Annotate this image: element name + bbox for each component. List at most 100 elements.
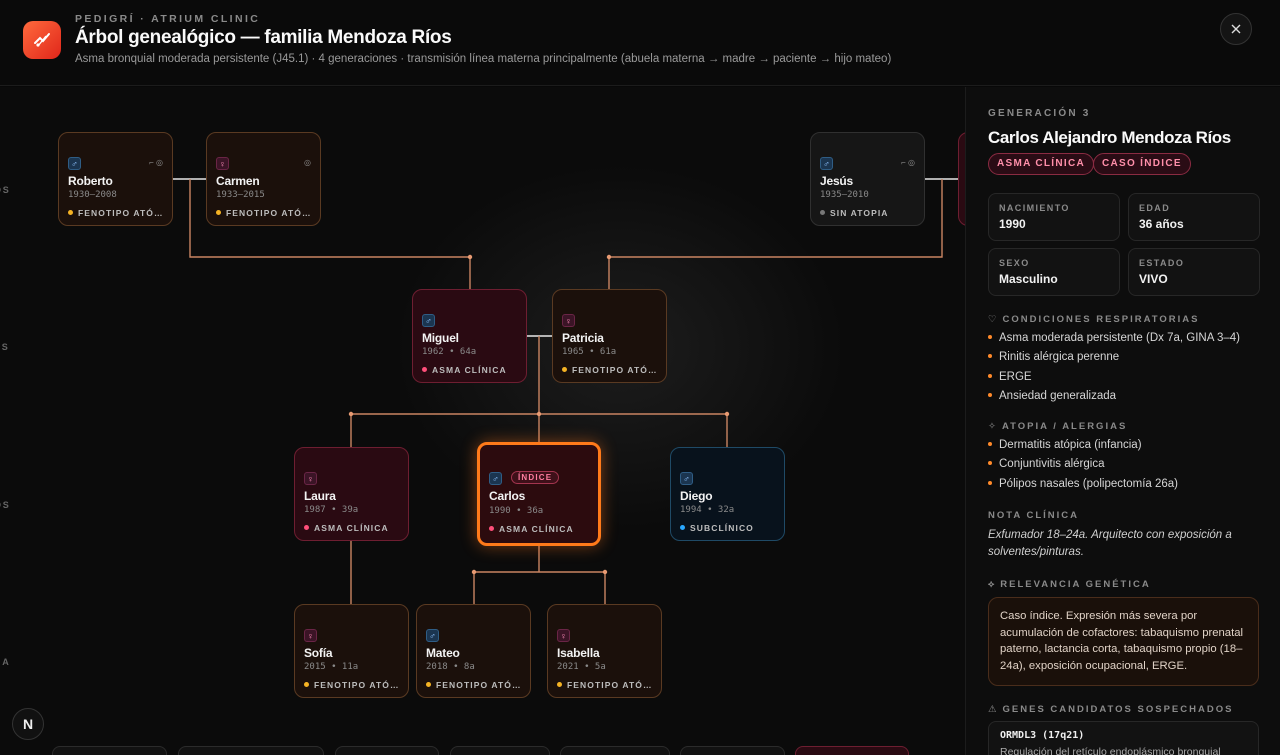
page-subtitle: Asma bronquial moderada persistente (J45…: [75, 53, 892, 65]
female-icon: ♀: [557, 629, 570, 642]
status-dot: [68, 210, 73, 215]
app-logo-icon: [23, 21, 61, 59]
info-age: EDAD 36 años: [1128, 193, 1260, 241]
node-sofia[interactable]: ♀ Sofía 2015 • 11a FENOTIPO ATÓPICO: [294, 604, 409, 698]
node-tag: FENOTIPO ATÓPICO: [304, 680, 404, 690]
section-title: RELEVANCIA GENÉTICA: [1000, 579, 1151, 590]
male-icon: ♂: [820, 157, 833, 170]
generation-kicker: GENERACIÓN 3: [988, 108, 1091, 119]
node-carmen[interactable]: ♀ ◎ Carmen 1933–2015 FENOTIPO ATÓPICO: [206, 132, 321, 226]
info-status: ESTADO VIVO: [1128, 248, 1260, 296]
list-item: Rinitis alérgica perenne: [988, 351, 1268, 370]
node-tag: FENOTIPO ATÓPICO: [68, 208, 168, 218]
close-icon: [1231, 24, 1241, 34]
status-dot: [489, 526, 494, 531]
node-name: Carlos: [489, 489, 526, 503]
node-tag-label: FENOTIPO ATÓPICO: [78, 208, 168, 218]
female-icon: ♀: [562, 314, 575, 327]
node-tag: ASMA CLÍNICA: [422, 365, 522, 375]
close-button[interactable]: [1220, 13, 1252, 45]
node-tag: ASMA CLÍNICA: [304, 523, 404, 533]
node-tag: FENOTIPO ATÓPICO: [216, 208, 316, 218]
status-dot: [216, 210, 221, 215]
info-label: NACIMIENTO: [999, 203, 1070, 213]
node-meta: 1962 • 64a: [422, 347, 477, 357]
node-isabella[interactable]: ♀ Isabella 2021 • 5a FENOTIPO ATÓPICO: [547, 604, 662, 698]
list-item: Ansiedad generalizada: [988, 390, 1268, 409]
framework-badge-icon[interactable]: N: [12, 708, 44, 740]
node-miguel[interactable]: ♂ Miguel 1962 • 64a ASMA CLÍNICA: [412, 289, 527, 383]
node-tag: SIN ATOPIA: [820, 208, 920, 218]
node-tag-label: ASMA CLÍNICA: [499, 524, 574, 534]
node-meta: 2021 • 5a: [557, 662, 606, 672]
female-icon: ♀: [304, 472, 317, 485]
section-atopy: ✧ ATOPIA / ALERGIAS: [988, 421, 1127, 432]
detail-panel: GENERACIÓN 3 Carlos Alejandro Mendoza Rí…: [965, 87, 1280, 755]
legend-chip[interactable]: [335, 746, 439, 755]
status-dot: [820, 210, 825, 215]
male-icon: ♂: [680, 472, 693, 485]
node-patricia[interactable]: ♀ Patricia 1965 • 61a FENOTIPO ATÓPICO: [552, 289, 667, 383]
status-dot: [562, 367, 567, 372]
node-mateo[interactable]: ♂ Mateo 2018 • 8a FENOTIPO ATÓPICO: [416, 604, 531, 698]
female-icon: ♀: [304, 629, 317, 642]
node-meta: 1935–2010: [820, 190, 869, 200]
male-icon: ♂: [426, 629, 439, 642]
node-tag: ASMA CLÍNICA: [489, 524, 589, 534]
status-dot: [304, 682, 309, 687]
section-relevance: ⟡ RELEVANCIA GENÉTICA: [988, 579, 1151, 590]
legend-chip[interactable]: [560, 746, 670, 755]
node-meta: 1965 • 61a: [562, 347, 617, 357]
section-note: NOTA CLÍNICA: [988, 510, 1080, 521]
node-laura[interactable]: ♀ Laura 1987 • 39a ASMA CLÍNICA: [294, 447, 409, 541]
node-name: Miguel: [422, 331, 459, 345]
list-item: Conjuntivitis alérgica: [988, 458, 1268, 477]
patient-name: Carlos Alejandro Mendoza Ríos: [988, 128, 1231, 147]
atopy-list: Dermatitis atópica (infancia) Conjuntivi…: [988, 439, 1268, 497]
node-tag-label: FENOTIPO ATÓPICO: [226, 208, 316, 218]
list-item: ERGE: [988, 371, 1268, 390]
warning-icon: ⚠: [988, 704, 999, 715]
gene-card[interactable]: ORMDL3 (17q21) Regulación del retículo e…: [988, 721, 1259, 755]
legend-chip[interactable]: [795, 746, 909, 755]
info-value: 1990: [999, 217, 1026, 231]
info-label: SEXO: [999, 258, 1030, 268]
gene-description: Regulación del retículo endoplásmico bro…: [1000, 746, 1221, 755]
chip-asma-clinica: ASMA CLÍNICA: [988, 153, 1095, 175]
status-icons: ⌐ ◎: [149, 158, 163, 167]
node-meta: 1930–2008: [68, 190, 117, 200]
node-roberto[interactable]: ♂ ⌐ ◎ Roberto 1930–2008 FENOTIPO ATÓPICO: [58, 132, 173, 226]
node-tag-label: FENOTIPO ATÓPICO: [572, 365, 662, 375]
node-tag-label: FENOTIPO ATÓPICO: [314, 680, 404, 690]
section-title: CONDICIONES RESPIRATORIAS: [1002, 314, 1200, 325]
info-birth: NACIMIENTO 1990: [988, 193, 1120, 241]
legend-chip[interactable]: [450, 746, 550, 755]
node-tag: SUBCLÍNICO: [680, 523, 780, 533]
info-value: Masculino: [999, 272, 1058, 286]
node-jesus[interactable]: ♂ ⌐ ◎ Jesús 1935–2010 SIN ATOPIA: [810, 132, 925, 226]
node-tag-label: FENOTIPO ATÓPICO: [436, 680, 526, 690]
male-icon: ♂: [68, 157, 81, 170]
page-title: Árbol genealógico — familia Mendoza Ríos: [75, 27, 452, 48]
node-name: Sofía: [304, 646, 333, 660]
legend-bar: [0, 746, 965, 755]
pedigree-canvas[interactable]: OS ES OS NA: [0, 87, 965, 755]
node-name: Mateo: [426, 646, 460, 660]
clinical-note: Exfumador 18–24a. Arquitecto con exposic…: [988, 529, 1232, 558]
node-name: Laura: [304, 489, 336, 503]
node-meta: 1990 • 36a: [489, 506, 544, 516]
legend-chip[interactable]: [178, 746, 324, 755]
node-meta: 2018 • 8a: [426, 662, 475, 672]
legend-chip[interactable]: [680, 746, 785, 755]
node-offscreen[interactable]: [958, 132, 965, 226]
node-carlos-index[interactable]: ♂ ÍNDICE Carlos 1990 • 36a ASMA CLÍNICA: [477, 442, 601, 546]
node-tag: FENOTIPO ATÓPICO: [562, 365, 662, 375]
legend-chip[interactable]: [52, 746, 167, 755]
node-tag: FENOTIPO ATÓPICO: [426, 680, 526, 690]
female-icon: ♀: [216, 157, 229, 170]
node-diego[interactable]: ♂ Diego 1994 • 32a SUBCLÍNICO: [670, 447, 785, 541]
male-icon: ♂: [422, 314, 435, 327]
status-dot: [304, 525, 309, 530]
node-tag-label: FENOTIPO ATÓPICO: [567, 680, 657, 690]
node-name: Roberto: [68, 174, 113, 188]
